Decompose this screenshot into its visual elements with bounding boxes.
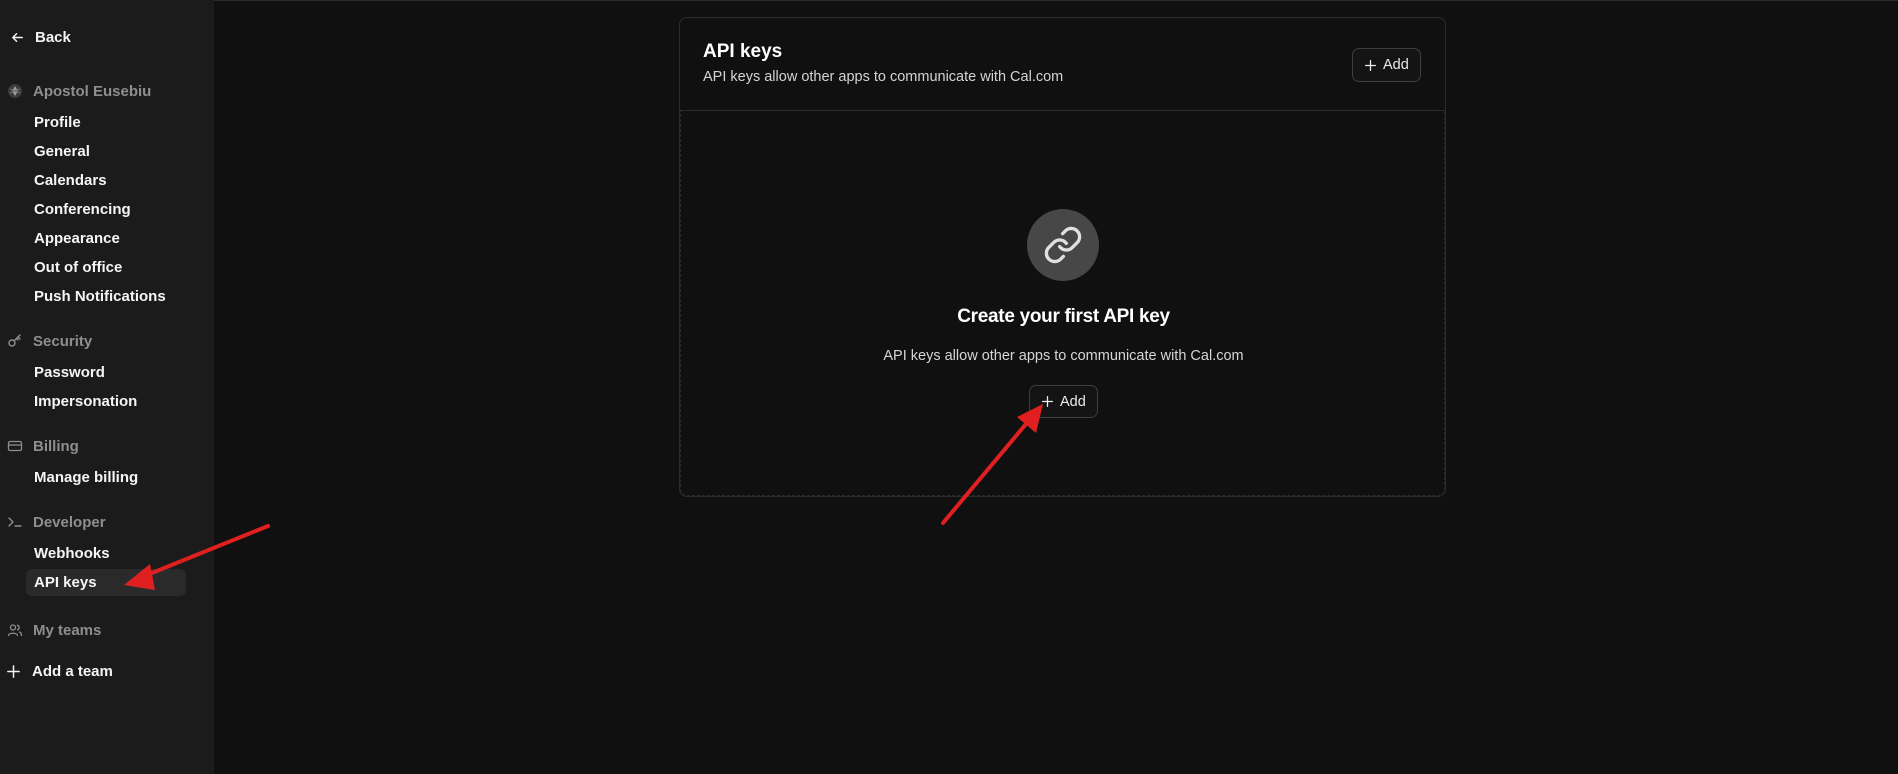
developer-section-header: Developer <box>6 512 106 532</box>
account-section-header: Apostol Eusebiu <box>6 81 151 101</box>
sidebar-item-push-notifications[interactable]: Push Notifications <box>26 283 186 310</box>
credit-card-icon <box>6 438 23 455</box>
sidebar-item-general[interactable]: General <box>26 138 186 165</box>
sidebar-item-webhooks[interactable]: Webhooks <box>26 540 186 567</box>
add-api-key-button[interactable]: Add <box>1352 48 1421 82</box>
plus-icon <box>1041 395 1054 408</box>
back-button[interactable]: Back <box>10 26 71 48</box>
billing-title: Billing <box>33 437 79 455</box>
terminal-icon <box>6 514 23 531</box>
security-section-header: Security <box>6 331 92 351</box>
sidebar-item-conferencing[interactable]: Conferencing <box>26 196 186 223</box>
account-name: Apostol Eusebiu <box>33 82 152 100</box>
sidebar-item-out-of-office[interactable]: Out of office <box>26 254 186 281</box>
empty-state: Create your first API key API keys allow… <box>680 111 1445 496</box>
arrow-left-icon <box>12 32 23 42</box>
link-icon <box>1027 209 1099 281</box>
empty-state-add-label: Add <box>1060 393 1086 410</box>
top-divider <box>214 0 1898 1</box>
sidebar-item-calendars[interactable]: Calendars <box>26 167 186 194</box>
developer-title: Developer <box>33 513 106 531</box>
users-icon <box>6 622 23 639</box>
sidebar-item-impersonation[interactable]: Impersonation <box>26 388 186 415</box>
sidebar-item-appearance[interactable]: Appearance <box>26 225 186 252</box>
billing-section-header: Billing <box>6 436 79 456</box>
card-header: API keys API keys allow other apps to co… <box>680 18 1445 111</box>
page-title: API keys <box>703 41 783 62</box>
sidebar-item-profile[interactable]: Profile <box>26 109 186 136</box>
back-label: Back <box>35 28 71 46</box>
sidebar-item-manage-billing[interactable]: Manage billing <box>26 464 186 491</box>
plus-icon <box>1364 59 1377 71</box>
api-keys-card: API keys API keys allow other apps to co… <box>679 17 1446 497</box>
settings-sidebar: Back Apostol Eusebiu Profile General Cal… <box>0 0 214 774</box>
plus-icon <box>7 664 20 678</box>
empty-state-title: Create your first API key <box>957 306 1170 327</box>
key-icon <box>6 333 23 350</box>
avatar-icon <box>6 83 23 100</box>
page-subtitle: API keys allow other apps to communicate… <box>703 69 1064 85</box>
teams-section-header[interactable]: My teams <box>6 620 101 640</box>
security-title: Security <box>33 332 93 350</box>
empty-state-add-button[interactable]: Add <box>1029 385 1098 418</box>
sidebar-item-password[interactable]: Password <box>26 359 186 386</box>
empty-state-description: API keys allow other apps to communicate… <box>883 348 1244 364</box>
add-team-button[interactable]: Add a team <box>6 660 113 682</box>
teams-title: My teams <box>33 621 102 639</box>
sidebar-item-api-keys[interactable]: API keys <box>26 569 186 596</box>
add-button-label: Add <box>1383 57 1409 73</box>
add-team-label: Add a team <box>32 662 113 680</box>
